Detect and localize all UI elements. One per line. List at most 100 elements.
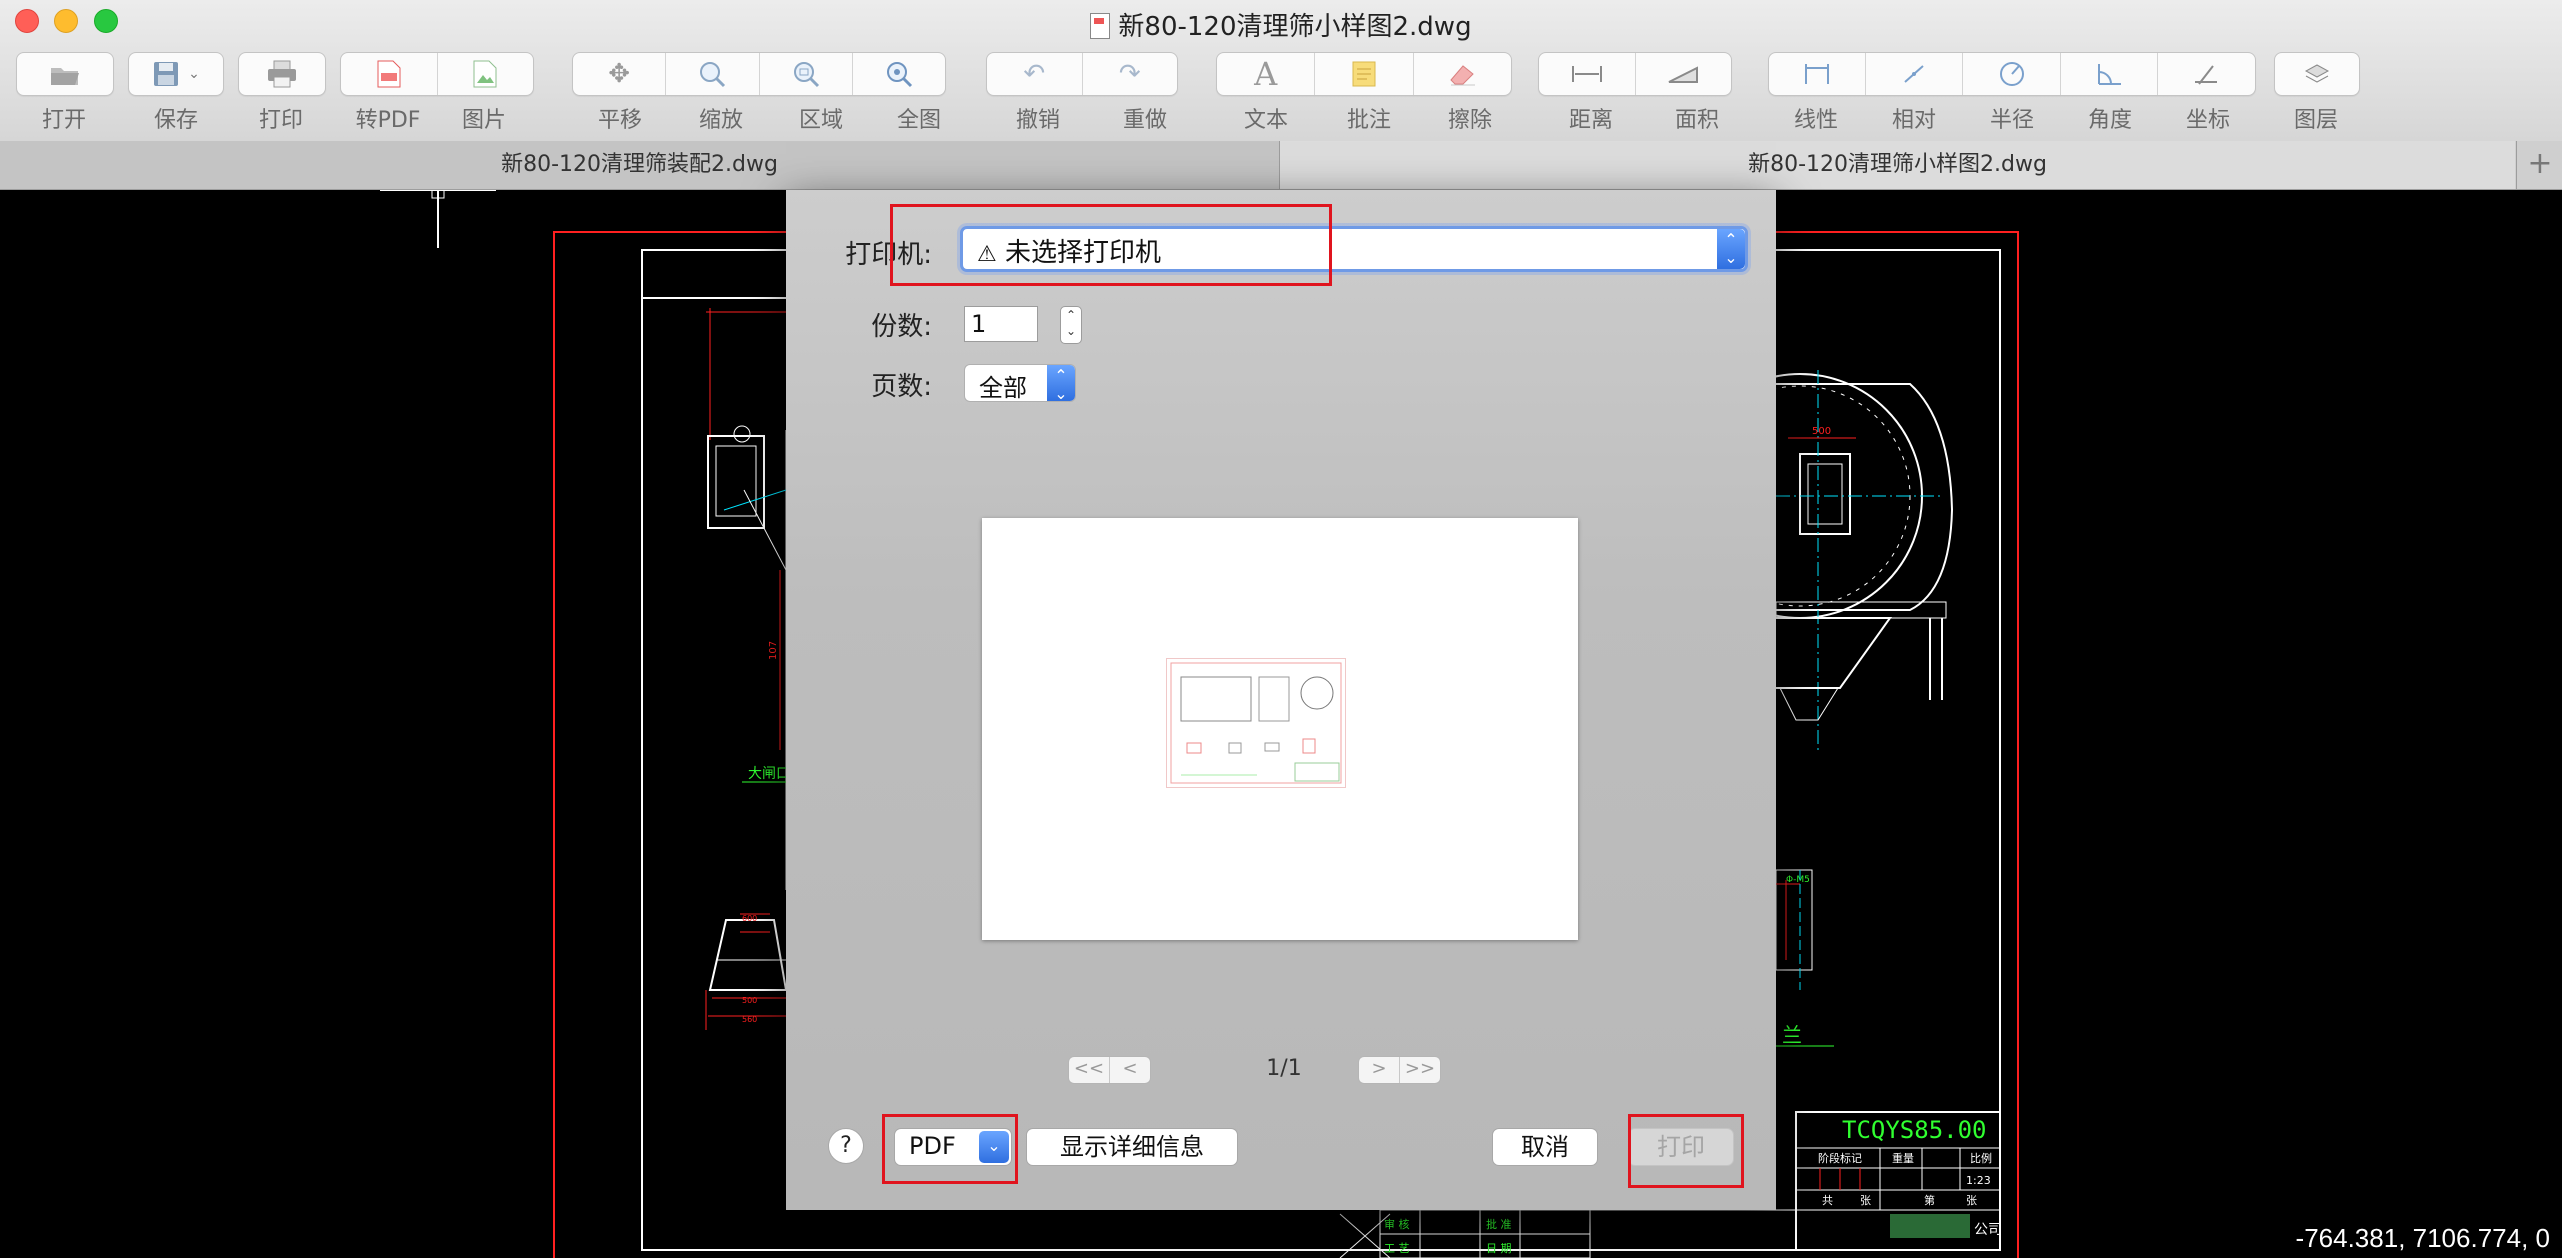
tb-header-weight: 重量 [1892,1151,1914,1165]
toolbar-group-layers [2274,52,2360,96]
drum-outline [1776,383,1954,611]
tb-review: 审 核 [1384,1217,1410,1231]
help-button[interactable]: ? [828,1128,864,1164]
to-image-button[interactable] [438,53,534,95]
print-toolbar-button[interactable] [239,53,325,95]
zoom-button[interactable] [666,53,760,95]
copies-label: 份数: [871,312,932,342]
cursor-coordinates: -764.381, 7106.774, 0 [2295,1223,2550,1253]
toolbar-group-export [340,52,534,96]
distance-button[interactable] [1539,53,1636,95]
print-dialog: 打印机: ⚠ 未选择打印机 ⌃ ⌄ 份数: 1 ⌃ ⌄ 页数: 全部 ⌃ ⌄ <… [786,190,1776,1210]
zoom-icon [700,62,726,88]
window-title-text: 新80-120清理筛小样图2.dwg [1118,12,1472,42]
cancel-button[interactable]: 取消 [1492,1128,1598,1166]
tb-sheet-no: 第 [1924,1193,1935,1207]
first-page-button[interactable]: << [1069,1057,1109,1083]
pan-label: 平移 [597,108,642,133]
up-down-chevron-icon: ⌃ ⌄ [1047,365,1075,403]
zoom-extents-label: 全图 [896,108,941,133]
layers-button[interactable] [2275,53,2359,95]
coordinate-icon [2195,65,2218,85]
save-button[interactable]: ⌄ [129,53,223,95]
tb-process: 工 艺 [1384,1242,1410,1255]
next-page-button[interactable]: > [1359,1057,1399,1083]
zoom-region-icon [793,62,819,88]
new-tab-button[interactable]: + [2516,141,2562,189]
distance-label: 距离 [1568,108,1613,133]
to-pdf-button[interactable] [341,53,438,95]
open-label: 打开 [41,108,86,133]
text-button[interactable]: A [1217,53,1316,95]
aligned-button[interactable] [1866,53,1964,95]
note-button[interactable] [1315,53,1414,95]
title-toolbar: 新80-120清理筛小样图2.dwg ⌄ ✥ ↶ ↷ A 打开 保存 打印 转P… [0,0,2562,142]
move-arrows-icon: ✥ [608,59,631,89]
tab-sample-drawing[interactable]: 新80-120清理筛小样图2.dwg [1280,141,2515,189]
erase-button[interactable] [1414,53,1511,95]
coordinate-button[interactable] [2158,53,2255,95]
tb-sheet-unit: 张 [1860,1194,1871,1207]
machine-part [715,445,757,517]
dimension-text: 107 [768,641,779,660]
flange-outline [1775,869,1813,971]
redo-icon: ↷ [1118,59,1141,89]
highlight-box-print [1628,1114,1744,1188]
pages-select[interactable]: 全部 ⌃ ⌄ [964,364,1076,403]
label-left: 大闸口 [748,766,790,782]
page-indicator: 1/1 [1266,1056,1302,1081]
coordinate-label: 坐标 [2185,108,2230,133]
angle-label: 角度 [2087,108,2132,133]
tb-approve: 批 准 [1486,1217,1512,1231]
radius-label: 半径 [1989,108,2034,133]
redo-button[interactable]: ↷ [1083,53,1178,95]
floppy-disk-icon [154,62,179,86]
flange-note: Φ-M5 [1786,875,1810,885]
show-details-button[interactable]: 显示详细信息 [1026,1128,1238,1166]
zoom-extents-button[interactable] [853,53,945,95]
drum-outlet [1779,687,1839,721]
tb-scale-value: 1:23 [1966,1174,1991,1187]
zoom-label: 缩放 [698,108,743,133]
window-title: 新80-120清理筛小样图2.dwg [0,6,2562,43]
dwg-file-icon [1090,13,1111,39]
area-button[interactable] [1636,53,1732,95]
radius-button[interactable] [1963,53,2061,95]
machine-part [733,425,751,443]
toolbar-group-open [16,52,114,96]
prev-page-button[interactable]: < [1109,1057,1150,1083]
undo-button[interactable]: ↶ [987,53,1083,95]
distance-icon [1571,66,1602,82]
tb-company: 公司 [1974,1222,2002,1238]
zoom-extents-icon [886,62,912,88]
tab-assembly-drawing[interactable]: 新80-120清理筛装配2.dwg [0,141,1280,189]
chevron-down-icon: ⌄ [188,66,200,82]
copies-input[interactable]: 1 [964,306,1038,342]
note-label: 批注 [1346,108,1391,133]
pan-button[interactable]: ✥ [573,53,667,95]
angle-button[interactable] [2061,53,2158,95]
linear-button[interactable] [1769,53,1867,95]
thumbnail-drawing [1170,662,1342,784]
highlight-box-pdf [882,1114,1018,1184]
copies-stepper[interactable]: ⌃ ⌄ [1060,306,1082,344]
last-page-button[interactable]: >> [1399,1057,1440,1083]
aligned-label: 相对 [1891,108,1936,133]
print-label: 打印 [258,108,303,133]
toolbar-group-measure [1538,52,1732,96]
print-preview-page [982,518,1578,940]
up-down-chevron-icon: ⌃ ⌄ [1717,229,1745,269]
open-button[interactable] [17,53,113,95]
tb-date: 日 期 [1486,1242,1512,1255]
printer-icon [268,60,296,88]
note-icon [1352,61,1376,87]
text-icon: A [1254,55,1278,93]
pdf-file-icon [377,60,401,88]
undo-icon: ↶ [1023,59,1046,89]
to-pdf-label: 转PDF [355,108,421,133]
zoom-region-button[interactable] [760,53,853,95]
drum-door-inner [1807,463,1843,525]
text-label: 文本 [1243,108,1288,133]
stepper-arrows-icon: ⌃ ⌄ [1065,308,1077,338]
tb-sheet-unit2: 张 [1966,1194,1977,1207]
